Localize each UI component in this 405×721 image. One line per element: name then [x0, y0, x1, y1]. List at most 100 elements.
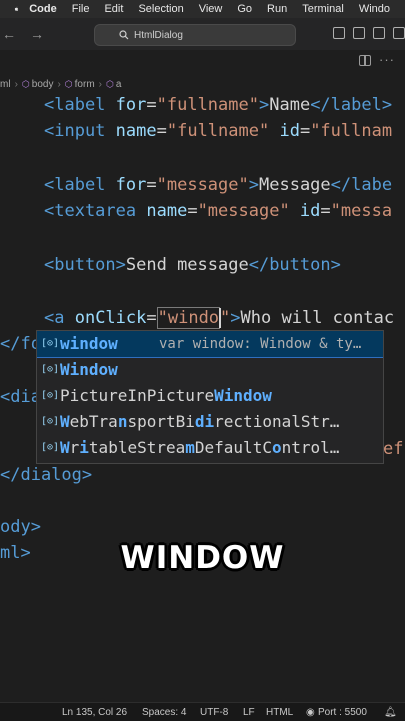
suggestion-item[interactable]: [⊙] WebTransportBidirectionalStr…	[37, 409, 383, 435]
element-icon: ⬡	[106, 78, 114, 89]
status-language[interactable]: HTML	[266, 707, 293, 718]
suggestion-item[interactable]: [⊙] Window	[37, 357, 383, 383]
code-token: =	[146, 308, 157, 328]
menu-go[interactable]: Go	[237, 3, 252, 15]
code-token: >	[248, 175, 259, 195]
breadcrumb: ml › ⬡ body › ⬡ form › ⬡ a	[0, 74, 405, 94]
code-token: =	[156, 121, 167, 141]
code-token: "fullname"	[156, 95, 259, 115]
suggestion-match: Window	[60, 360, 118, 379]
search-box-label: HtmlDialog	[134, 29, 183, 41]
variable-icon: [⊙]	[41, 338, 60, 349]
suggestion-prefix: PictureInPicture	[60, 386, 215, 405]
code-token: id	[289, 201, 321, 221]
code-token: =	[146, 95, 157, 115]
code-token: Message	[259, 175, 331, 195]
breadcrumb-item-body[interactable]: body	[32, 79, 54, 90]
variable-icon: [⊙]	[41, 442, 60, 453]
toggle-panel-icon[interactable]	[353, 27, 365, 39]
code-token: for	[115, 95, 147, 115]
status-indentation[interactable]: Spaces: 4	[142, 707, 186, 718]
customize-layout-icon[interactable]	[393, 27, 405, 39]
menu-selection[interactable]: Selection	[138, 3, 183, 15]
chevron-right-icon: ›	[57, 78, 61, 90]
broadcast-icon: ◉	[306, 707, 315, 718]
code-token-current-word: "windo	[156, 307, 221, 329]
menu-bar: Code File Edit Selection View Go Run Ter…	[0, 0, 405, 18]
code-line-fragment: ef	[383, 439, 404, 459]
code-token: =	[187, 201, 198, 221]
suggestion-label: WritableStreamDefaultControl…	[60, 438, 340, 457]
code-line-textarea: <textarea name="message" id="messa	[44, 198, 392, 224]
menu-terminal[interactable]: Terminal	[302, 3, 344, 15]
code-token: <a	[44, 308, 75, 328]
code-token: "	[220, 308, 231, 328]
code-token: <button>	[44, 255, 126, 275]
code-line-body-close: ody>	[0, 517, 41, 537]
code-token: Name	[269, 95, 311, 115]
suggestion-item[interactable]: [⊙] WritableStreamDefaultControl…	[37, 435, 383, 461]
status-encoding[interactable]: UTF-8	[200, 707, 228, 718]
menu-window[interactable]: Windo	[359, 3, 390, 15]
code-token: name	[146, 201, 188, 221]
status-cursor-position[interactable]: Ln 135, Col 26	[62, 707, 127, 718]
split-editor-icon[interactable]	[359, 55, 371, 66]
suggestion-item[interactable]: [⊙] PictureInPictureWindow	[37, 383, 383, 409]
code-token: =	[146, 175, 157, 195]
menu-run[interactable]: Run	[267, 3, 287, 15]
status-live-server-port[interactable]: Port : 5500	[318, 707, 367, 718]
code-token: </label>	[310, 95, 393, 115]
toggle-secondary-sidebar-icon[interactable]	[373, 27, 385, 39]
code-token: "message"	[197, 201, 290, 221]
menu-app-code[interactable]: Code	[29, 3, 57, 15]
suggestion-label: WebTransportBidirectionalStr…	[60, 412, 340, 431]
suggestion-item[interactable]: [⊙] window var window: Window & ty…	[37, 331, 383, 358]
back-arrow-icon[interactable]: ←	[2, 26, 16, 42]
code-token: =	[320, 201, 331, 221]
code-token: onClick	[74, 308, 147, 328]
code-token: >	[258, 95, 270, 115]
command-center-search[interactable]: HtmlDialog	[94, 24, 296, 46]
suggestion-detail: var window: Window & ty…	[159, 336, 362, 352]
code-line-button: <button>Send message</button>	[44, 252, 341, 278]
suggestion-widget: [⊙] window var window: Window & ty… [⊙] …	[36, 330, 384, 464]
chevron-right-icon: ›	[98, 78, 102, 90]
code-token: "message"	[156, 175, 249, 195]
code-token: "fullname"	[166, 121, 270, 141]
menu-file[interactable]: File	[72, 3, 90, 15]
breadcrumb-item-html[interactable]: ml	[0, 79, 11, 90]
search-icon	[119, 30, 129, 40]
code-line-anchor: <a onClick="windo">Who will contac	[44, 305, 394, 331]
code-token: Send message	[125, 255, 249, 275]
menu-view[interactable]: View	[199, 3, 223, 15]
suggestion-match: window	[60, 334, 118, 353]
breadcrumb-item-form[interactable]: form	[75, 79, 95, 90]
notifications-bell-icon[interactable]: 🔔︎	[384, 707, 397, 718]
variable-icon: [⊙]	[41, 416, 60, 427]
code-token: <label	[44, 95, 116, 115]
element-icon: ⬡	[21, 78, 30, 89]
toggle-primary-sidebar-icon[interactable]	[333, 27, 345, 39]
status-eol[interactable]: LF	[243, 707, 255, 718]
nav-arrows: ← →	[2, 26, 44, 42]
variable-icon: [⊙]	[41, 390, 60, 401]
chevron-right-icon: ›	[14, 78, 18, 90]
menu-edit[interactable]: Edit	[104, 3, 123, 15]
code-line-form-close: </fo	[0, 334, 41, 354]
code-token: Who will contac	[240, 308, 395, 328]
apple-icon[interactable]	[14, 3, 19, 15]
code-token: id	[269, 121, 300, 141]
suggestion-label: window	[60, 331, 118, 357]
code-token: <textarea	[44, 201, 147, 221]
code-token: <label	[44, 175, 116, 195]
more-actions-icon[interactable]: ···	[379, 52, 395, 67]
breadcrumb-item-a[interactable]: a	[116, 79, 122, 90]
code-line-input: <input name="fullname" id="fullnam	[44, 118, 392, 144]
code-line-label-message: <label for="message">Message</labe	[44, 172, 392, 198]
suggestion-label: Window	[60, 357, 118, 383]
suggestion-match: Window	[214, 386, 272, 405]
forward-arrow-icon[interactable]: →	[30, 26, 44, 42]
status-bar: Ln 135, Col 26 Spaces: 4 UTF-8 LF HTML ◉…	[0, 702, 405, 721]
code-token: <input	[44, 121, 116, 141]
code-token: =	[299, 121, 311, 141]
